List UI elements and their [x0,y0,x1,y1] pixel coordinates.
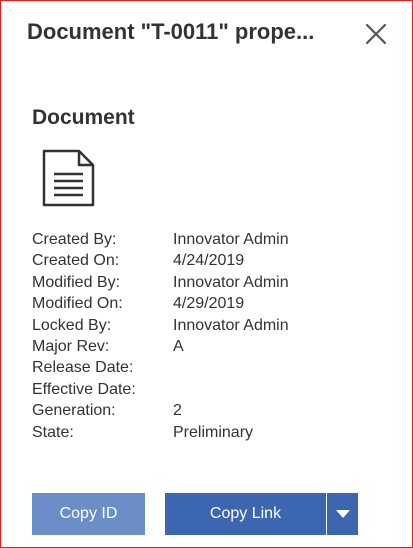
property-value: 4/29/2019 [173,295,245,313]
property-value: A [173,337,184,355]
property-label: Generation: [32,402,116,420]
property-value: 4/24/2019 [173,252,245,270]
property-label: Modified On: [32,295,123,313]
property-label: Release Date: [32,359,134,377]
property-label: Major Rev: [32,337,110,355]
property-value: Innovator Admin [173,231,289,248]
close-button[interactable] [361,19,391,49]
property-row: Modified On: 4/29/2019 [32,293,289,314]
copy-id-button[interactable]: Copy ID [32,493,145,535]
property-label: State: [32,423,74,441]
copy-link-button[interactable]: Copy Link [165,493,326,535]
caret-down-icon [335,510,350,518]
property-value: Innovator Admin [173,316,289,334]
property-value: 2 [173,402,182,420]
document-icon [42,149,95,207]
property-row: Release Date: [32,357,289,378]
property-row: Generation: 2 [32,400,289,421]
property-row: Created By: Innovator Admin [32,229,289,250]
property-row: Created On: 4/24/2019 [32,250,289,271]
property-label: Locked By: [32,316,112,334]
property-row: Major Rev: A [32,336,289,357]
properties-dialog: Document "T-0011" prope... Document Crea… [0,0,413,548]
dialog-title: Document "T-0011" prope... [27,19,315,44]
section-heading: Document [32,106,135,129]
property-row: State: Preliminary [32,422,289,443]
property-row: Locked By: Innovator Admin [32,315,289,336]
close-icon [365,23,387,45]
properties-list: Created By: Innovator Admin Created On: … [32,229,289,443]
copy-options-dropdown-button[interactable] [327,493,358,535]
property-label: Created On: [32,252,120,270]
property-row: Modified By: Innovator Admin [32,272,289,293]
property-label: Created By: [32,231,117,248]
property-value: Preliminary [173,423,254,441]
property-label: Effective Date: [32,380,136,398]
property-label: Modified By: [32,273,121,291]
property-value: Innovator Admin [173,273,289,291]
property-row: Effective Date: [32,379,289,400]
